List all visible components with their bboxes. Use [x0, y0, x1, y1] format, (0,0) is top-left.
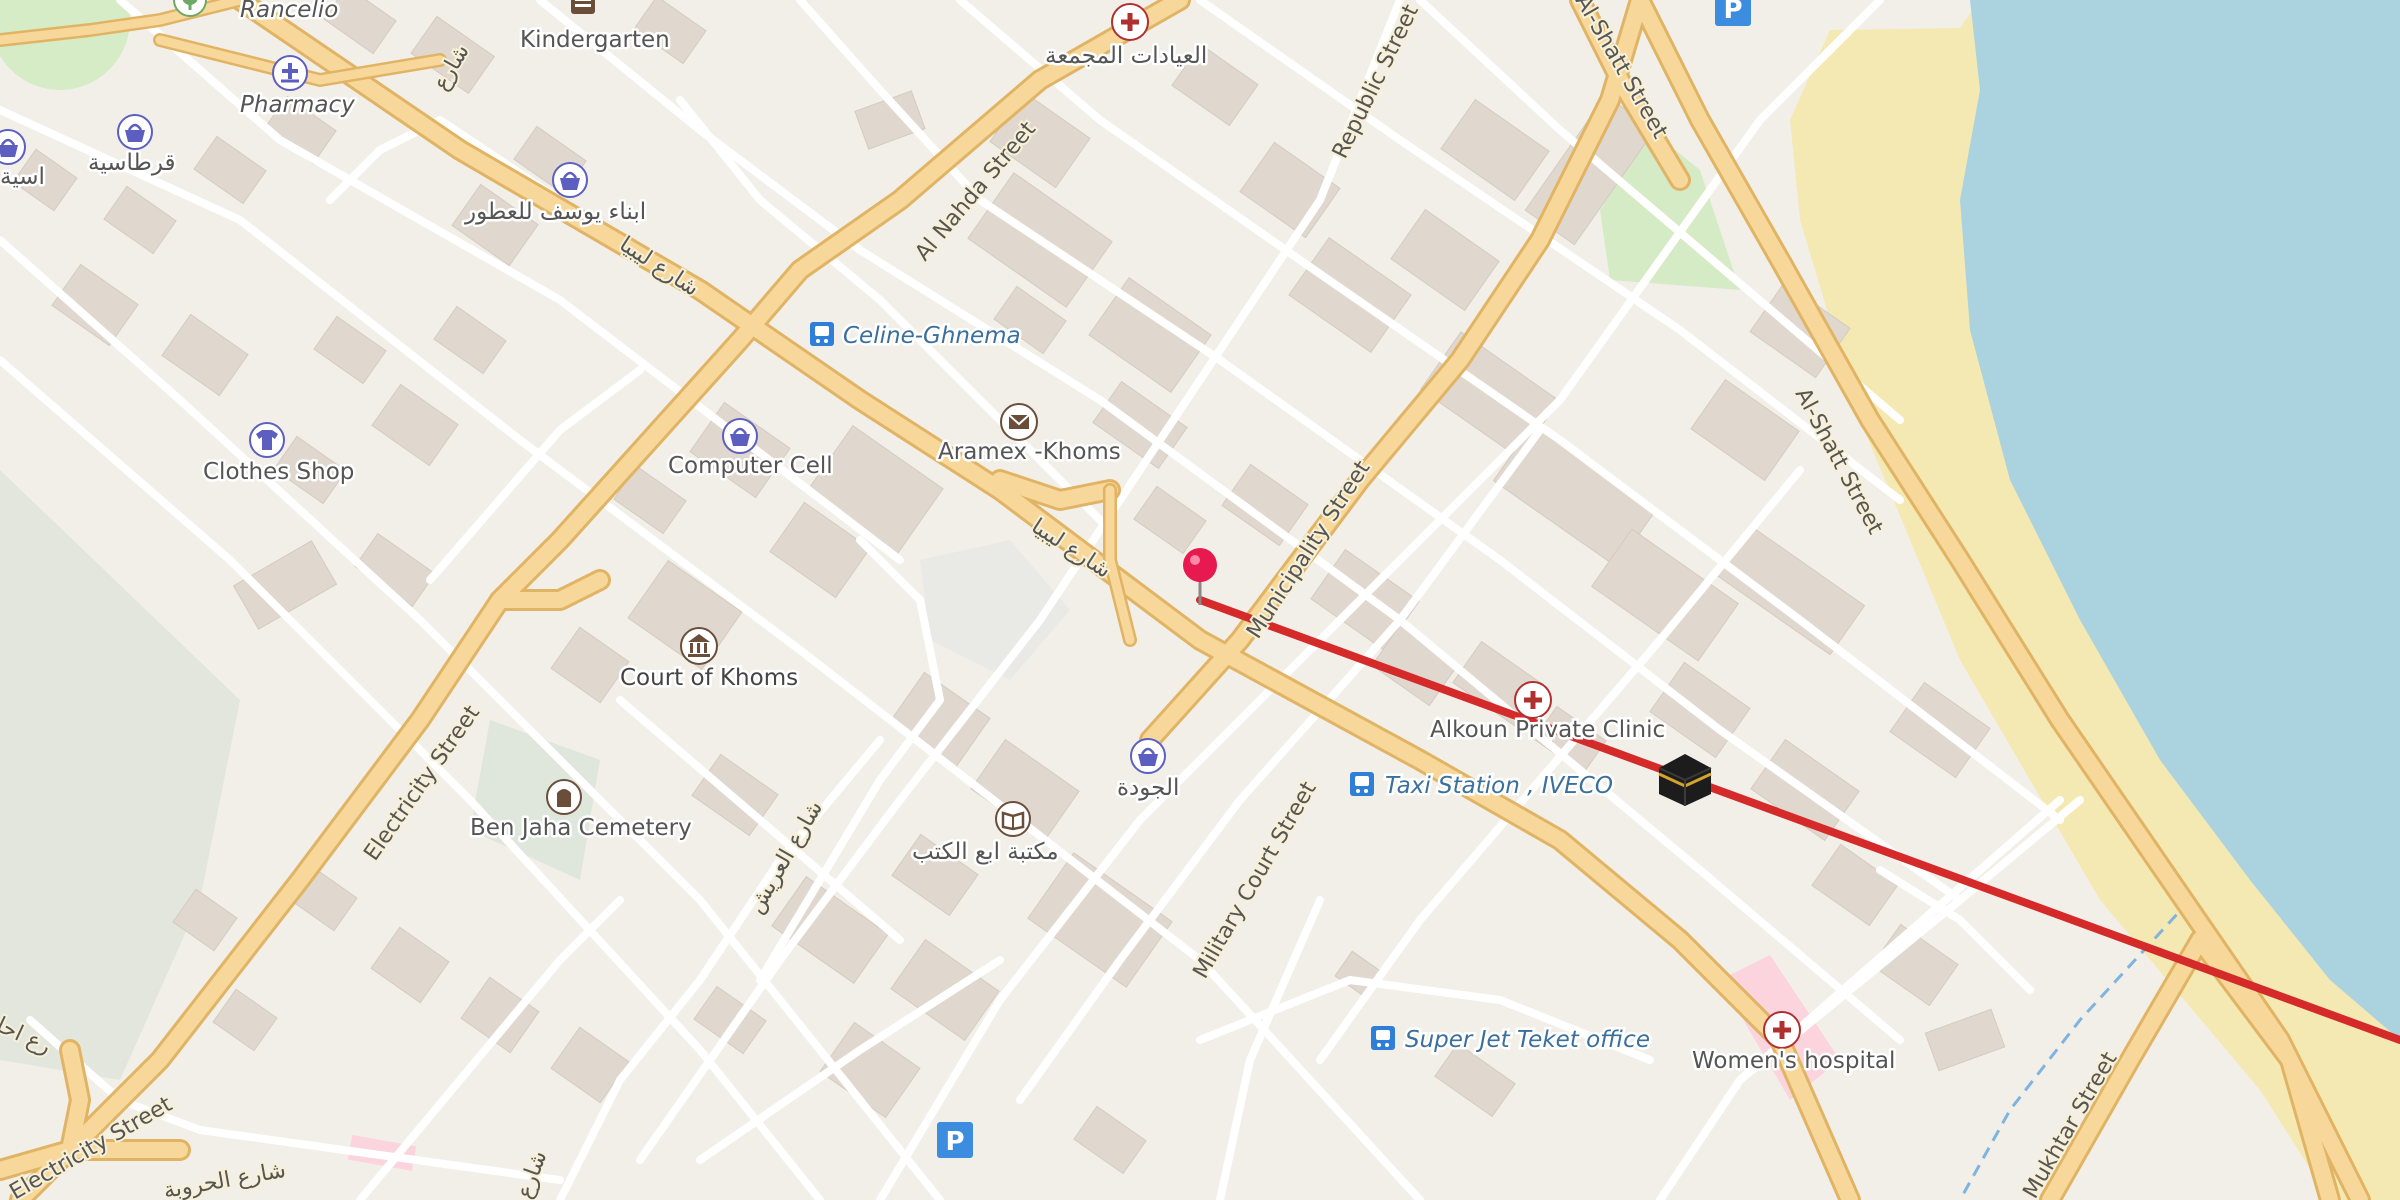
poi-label-qurtasiya: قرطاسية [88, 150, 176, 176]
shop-basket-icon[interactable] [552, 162, 588, 198]
poi-label-qurtasiya-partial: اسية [0, 164, 45, 190]
school-icon[interactable] [571, 0, 595, 14]
parking-icon[interactable]: P [1715, 0, 1751, 26]
parking-label: P [1723, 0, 1742, 25]
pharmacy-icon[interactable] [272, 55, 308, 91]
poi-label-aramex: Aramex -Khoms [938, 439, 1121, 465]
medical-cross-icon[interactable] [1514, 681, 1552, 719]
clothes-icon[interactable] [249, 422, 285, 458]
bus-icon[interactable] [1371, 1026, 1395, 1050]
poi-label-computer: Computer Cell [668, 453, 833, 479]
bus-icon[interactable] [1350, 772, 1374, 796]
poi-label-pharmacy: Pharmacy [240, 92, 355, 118]
poi-label-rancelio: Rancelio [240, 0, 338, 23]
poi-label-court: Court of Khoms [620, 665, 798, 691]
poi-label-cemetery: Ben Jaha Cemetery [470, 815, 692, 841]
medical-cross-icon[interactable] [1763, 1011, 1801, 1049]
poi-label-library: مكتبة ابع الكتب [912, 839, 1059, 865]
parking-label: P [945, 1127, 964, 1157]
poi-label-womens: Women's hospital [1692, 1048, 1895, 1074]
poi-label-alkoun: Alkoun Private Clinic [1430, 717, 1665, 743]
poi-label-celine: Celine-Ghnema [843, 323, 1021, 349]
map-canvas[interactable]: Al Nahda Street Republic Street Al-Shatt… [0, 0, 2400, 1200]
shop-basket-icon[interactable] [722, 418, 758, 454]
courthouse-icon[interactable] [680, 627, 718, 665]
shop-basket-icon[interactable] [0, 129, 26, 165]
book-icon[interactable] [995, 801, 1031, 837]
poi-label-clothes: Clothes Shop [203, 459, 354, 485]
poi-label-aljawda: الجودة [1117, 775, 1179, 801]
poi-label-perfume: ابناء يوسف للعطور [464, 199, 646, 225]
envelope-icon[interactable] [1000, 403, 1038, 441]
medical-cross-icon[interactable] [1111, 3, 1149, 41]
poi-label-taxi: Taxi Station , IVECO [1385, 773, 1613, 799]
cemetery-icon[interactable] [546, 779, 582, 815]
poi-label-superjet: Super Jet Teket office [1405, 1027, 1650, 1053]
bus-icon[interactable] [810, 322, 834, 346]
shop-basket-icon[interactable] [1130, 738, 1166, 774]
parking-icon[interactable]: P [937, 1122, 973, 1158]
poi-label-kindergarten: Kindergarten [520, 27, 670, 53]
shop-basket-icon[interactable] [117, 114, 153, 150]
poi-label-clinic-group: العيادات المجمعة [1045, 43, 1207, 69]
